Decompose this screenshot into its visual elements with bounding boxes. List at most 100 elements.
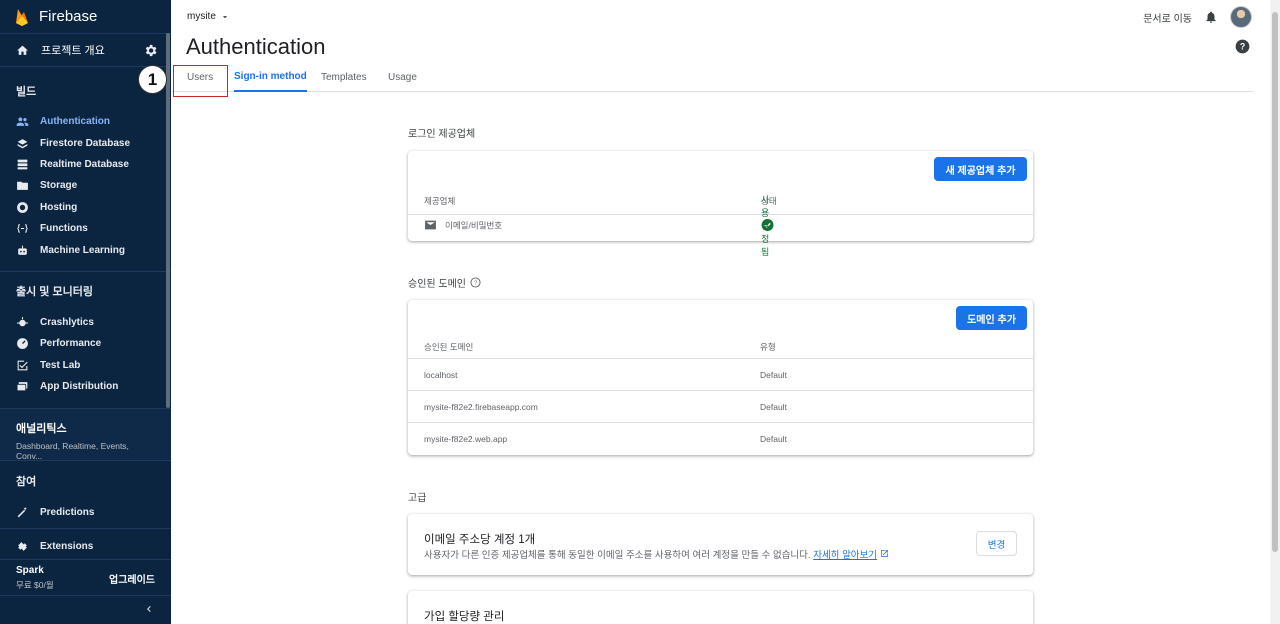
sidebar-item-label: Hosting: [40, 201, 78, 213]
scrollbar-thumb[interactable]: [1272, 12, 1278, 552]
sidebar-item-functions[interactable]: Functions: [0, 218, 171, 239]
tab-usage[interactable]: Usage: [388, 62, 417, 92]
sidebar-item-performance[interactable]: Performance: [0, 333, 171, 354]
sidebar-item-app-distribution[interactable]: App Distribution: [0, 376, 171, 397]
sidebar-item-analytics[interactable]: 애널리틱스 Dashboard, Realtime, Events, Conv.…: [0, 408, 171, 462]
learn-more-text: 자세히 알아보기: [813, 550, 878, 561]
plan-panel: Spark 무료 $0/월 업그레이드: [0, 559, 171, 596]
sidebar-item-authentication[interactable]: Authentication: [0, 111, 171, 132]
sidebar-item-realtime-database[interactable]: Realtime Database: [0, 154, 171, 175]
firestore-icon: [16, 137, 29, 150]
col-domain: 승인된 도메인: [424, 341, 474, 352]
sidebar-scrollbar[interactable]: [166, 33, 170, 408]
table-row[interactable]: localhost Default: [408, 359, 1033, 391]
status-label: 사용 설정됨: [761, 194, 770, 257]
domains-card: 도메인 추가 승인된 도메인 유형 localhost Default mysi…: [408, 300, 1033, 455]
help-outline-icon[interactable]: ?: [470, 277, 481, 288]
svg-text:?: ?: [474, 281, 477, 287]
open-in-new-icon: [880, 550, 888, 557]
people-icon: [16, 115, 29, 128]
sidebar-item-label: Performance: [40, 338, 102, 350]
advanced-section-title: 고급: [408, 493, 427, 504]
wand-icon: [16, 506, 29, 519]
domains-title-text: 승인된 도메인: [408, 279, 466, 290]
app-distribution-icon: [16, 380, 29, 393]
sidebar-item-label: Machine Learning: [40, 244, 126, 256]
sidebar-item-test-lab[interactable]: Test Lab: [0, 355, 171, 376]
sidebar-item-crashlytics[interactable]: Crashlytics: [0, 312, 171, 333]
checklist-icon: [16, 359, 29, 372]
brand[interactable]: Firebase: [0, 0, 171, 33]
tab-templates[interactable]: Templates: [321, 62, 367, 92]
globe-icon: [16, 201, 29, 214]
domains-section-title: 승인된 도메인 ?: [408, 275, 481, 290]
account-per-email-card: 이메일 주소당 계정 1개 사용자가 다른 인증 제공업체를 통해 동일한 이메…: [408, 514, 1033, 575]
project-name: mysite: [187, 11, 216, 22]
svg-text:?: ?: [1240, 42, 1245, 52]
analytics-subtitle: Dashboard, Realtime, Events, Conv...: [16, 441, 129, 462]
brand-name: Firebase: [39, 8, 98, 25]
top-right-bar: 문서로 이동: [1143, 6, 1252, 28]
change-button[interactable]: 변경: [976, 531, 1017, 556]
account-per-email-desc: 사용자가 다른 인증 제공업체를 통해 동일한 이메일 주소를 사용하여 여러 …: [424, 547, 889, 561]
speedometer-icon: [16, 337, 29, 350]
sidebar-item-label: Authentication: [40, 116, 110, 128]
sidebar-item-hosting[interactable]: Hosting: [0, 197, 171, 218]
gear-icon[interactable]: [143, 43, 158, 58]
upgrade-button[interactable]: 업그레이드: [109, 571, 155, 586]
extensions-icon: [16, 540, 29, 553]
sidebar-item-firestore[interactable]: Firestore Database: [0, 132, 171, 153]
help-icon[interactable]: ?: [1235, 39, 1250, 54]
caret-down-icon: [222, 15, 227, 18]
domain-cell: mysite-f82e2.firebaseapp.com: [424, 401, 538, 412]
chevron-left-icon[interactable]: [143, 603, 155, 615]
home-icon: [17, 45, 28, 55]
firebase-logo-icon: [16, 8, 28, 26]
functions-icon: [16, 222, 29, 235]
sidebar-item-predictions[interactable]: Predictions: [0, 502, 171, 523]
crashlytics-icon: [16, 316, 29, 329]
learn-more-link[interactable]: 자세히 알아보기: [813, 550, 877, 561]
sidebar-item-label: App Distribution: [40, 381, 119, 393]
domain-cell: localhost: [424, 369, 458, 380]
sidebar-item-label: Extensions: [40, 541, 94, 553]
bell-icon[interactable]: [1204, 10, 1218, 24]
sidebar-section-release: 출시 및 모니터링: [16, 285, 93, 298]
sidebar-item-storage[interactable]: Storage: [0, 175, 171, 196]
robot-icon: [16, 244, 29, 257]
desc-text: 사용자가 다른 인증 제공업체를 통해 동일한 이메일 주소를 사용하여 여러 …: [424, 550, 811, 561]
overview-label: 프로젝트 개요: [41, 45, 105, 57]
type-cell: Default: [760, 369, 787, 380]
sidebar-item-label: Crashlytics: [40, 316, 94, 328]
table-row[interactable]: mysite-f82e2.firebaseapp.com Default: [408, 391, 1033, 423]
sidebar-item-label: Realtime Database: [40, 158, 129, 170]
table-row[interactable]: mysite-f82e2.web.app Default: [408, 423, 1033, 455]
type-cell: Default: [760, 434, 787, 444]
add-provider-button[interactable]: 새 제공업체 추가: [934, 157, 1027, 181]
account-per-email-title: 이메일 주소당 계정 1개: [424, 534, 536, 546]
tab-sign-in-method[interactable]: Sign-in method: [234, 62, 307, 92]
page-scrollbar[interactable]: [1270, 0, 1280, 624]
sidebar-item-label: Firestore Database: [40, 137, 131, 149]
docs-link[interactable]: 문서로 이동: [1143, 10, 1192, 25]
sidebar-item-label: Storage: [40, 180, 78, 192]
table-row[interactable]: 이메일/비밀번호 사용 설정됨: [408, 195, 1033, 257]
col-provider: 제공업체: [424, 195, 456, 206]
add-domain-button[interactable]: 도메인 추가: [956, 306, 1027, 330]
sidebar-item-machine-learning[interactable]: Machine Learning: [0, 239, 171, 260]
analytics-title: 애널리틱스: [16, 423, 67, 436]
type-cell: Default: [760, 401, 787, 412]
sidebar-item-label: Test Lab: [40, 359, 81, 371]
email-icon: [425, 220, 436, 230]
sidebar-section-engage: 참여: [16, 476, 37, 489]
page-title: Authentication: [186, 34, 326, 59]
sidebar: Firebase 프로젝트 개요 빌드 Authentication Fires…: [0, 0, 171, 624]
database-icon: [16, 158, 29, 171]
sidebar-item-extensions[interactable]: Extensions: [0, 533, 171, 561]
avatar[interactable]: [1230, 6, 1252, 28]
sidebar-item-label: Functions: [40, 223, 88, 235]
project-selector[interactable]: mysite: [187, 11, 230, 22]
sidebar-item-overview[interactable]: 프로젝트 개요: [0, 33, 171, 67]
provider-cell: 이메일/비밀번호: [424, 219, 502, 232]
col-type: 유형: [760, 341, 776, 352]
